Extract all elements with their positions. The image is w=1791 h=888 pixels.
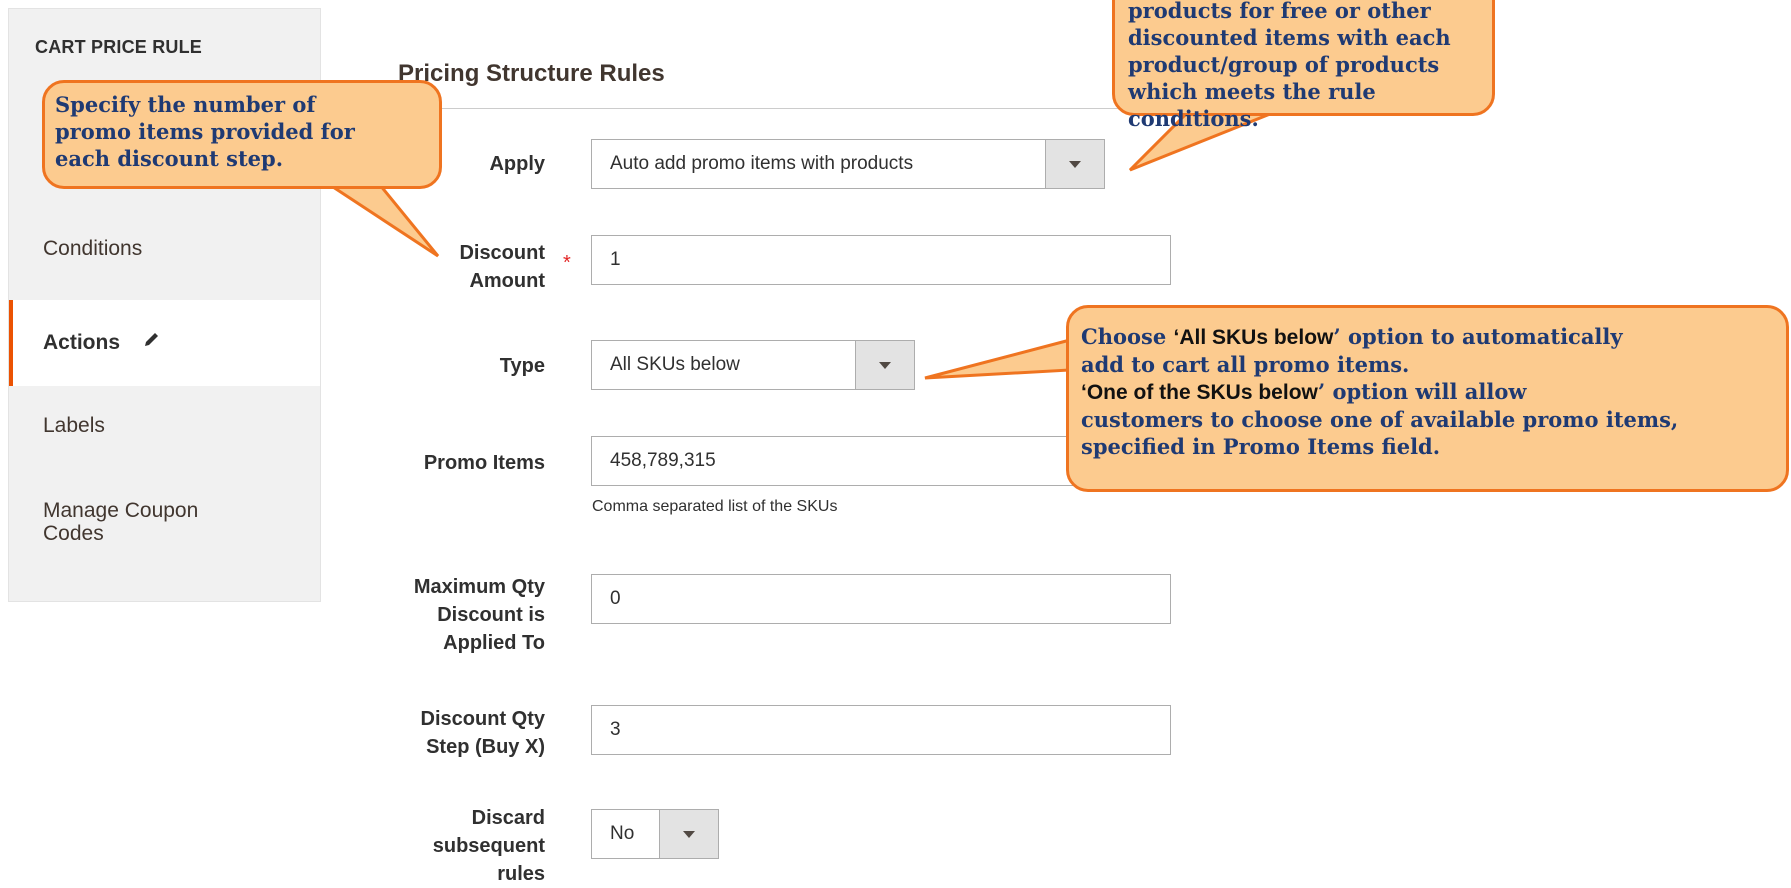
callout-line: add to cart all promo items. [1081,352,1410,377]
callout-type: Choose ‘All SKUs below’ option to automa… [1066,305,1789,492]
callout-line: promo items provided for [55,119,355,144]
callout-discount-amount: Specify the number of promo items provid… [42,80,442,189]
callout-bold: ‘One of the SKUs below [1081,381,1318,404]
callout-line: products for free or other [1128,0,1431,23]
callout-line: product/group of products [1128,52,1440,77]
callout-bold: ‘All SKUs below [1173,326,1334,349]
callout-line: customers to choose one of available pro… [1081,407,1679,432]
callout-text: ’ option will allow [1317,379,1527,404]
callout-apply: products for free or other discounted it… [1112,0,1495,131]
callout-line: discounted items with each [1128,25,1451,50]
callout-text: Choose [1081,324,1174,349]
callout-line: Choose ‘All SKUs below’ option to automa… [1081,323,1786,351]
callout-line: Specify the number of [55,92,316,117]
callout-line: each discount step. [55,146,284,171]
callout-line: ‘One of the SKUs below’ option will allo… [1081,378,1786,406]
callout-line: specified in Promo Items field. [1081,434,1441,459]
callout-line: which meets the rule conditions. [1128,79,1376,131]
callout-text: ’ option to automatically [1333,324,1623,349]
